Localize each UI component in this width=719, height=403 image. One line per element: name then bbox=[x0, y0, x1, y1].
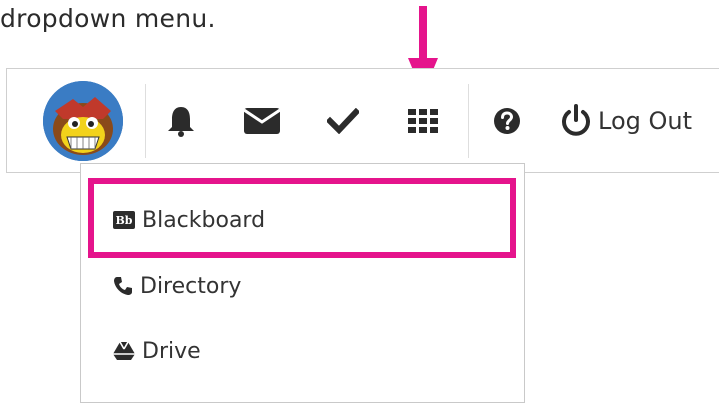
arrow-shaft bbox=[419, 6, 427, 62]
menu-item-directory[interactable]: Directory bbox=[112, 270, 241, 302]
help-icon[interactable] bbox=[486, 100, 528, 142]
envelope-icon[interactable] bbox=[241, 100, 283, 142]
logout-label: Log Out bbox=[598, 107, 693, 135]
logout-button[interactable]: Log Out bbox=[560, 100, 692, 142]
check-icon[interactable] bbox=[322, 100, 364, 142]
user-avatar[interactable] bbox=[43, 81, 123, 161]
menu-item-label: Directory bbox=[140, 273, 242, 299]
bell-icon[interactable] bbox=[160, 100, 202, 142]
toolbar-divider bbox=[145, 84, 146, 158]
phone-icon bbox=[114, 277, 132, 295]
toolbar-divider bbox=[468, 84, 469, 158]
power-icon bbox=[562, 104, 590, 136]
annotation-highlight-box bbox=[88, 178, 516, 258]
drive-icon bbox=[113, 341, 135, 360]
avatar-image bbox=[43, 81, 123, 161]
caption-text: dropdown menu. bbox=[0, 4, 216, 33]
menu-item-drive[interactable]: Drive bbox=[112, 335, 201, 367]
grid-apps-icon[interactable] bbox=[402, 100, 444, 142]
menu-item-label: Drive bbox=[142, 338, 201, 364]
